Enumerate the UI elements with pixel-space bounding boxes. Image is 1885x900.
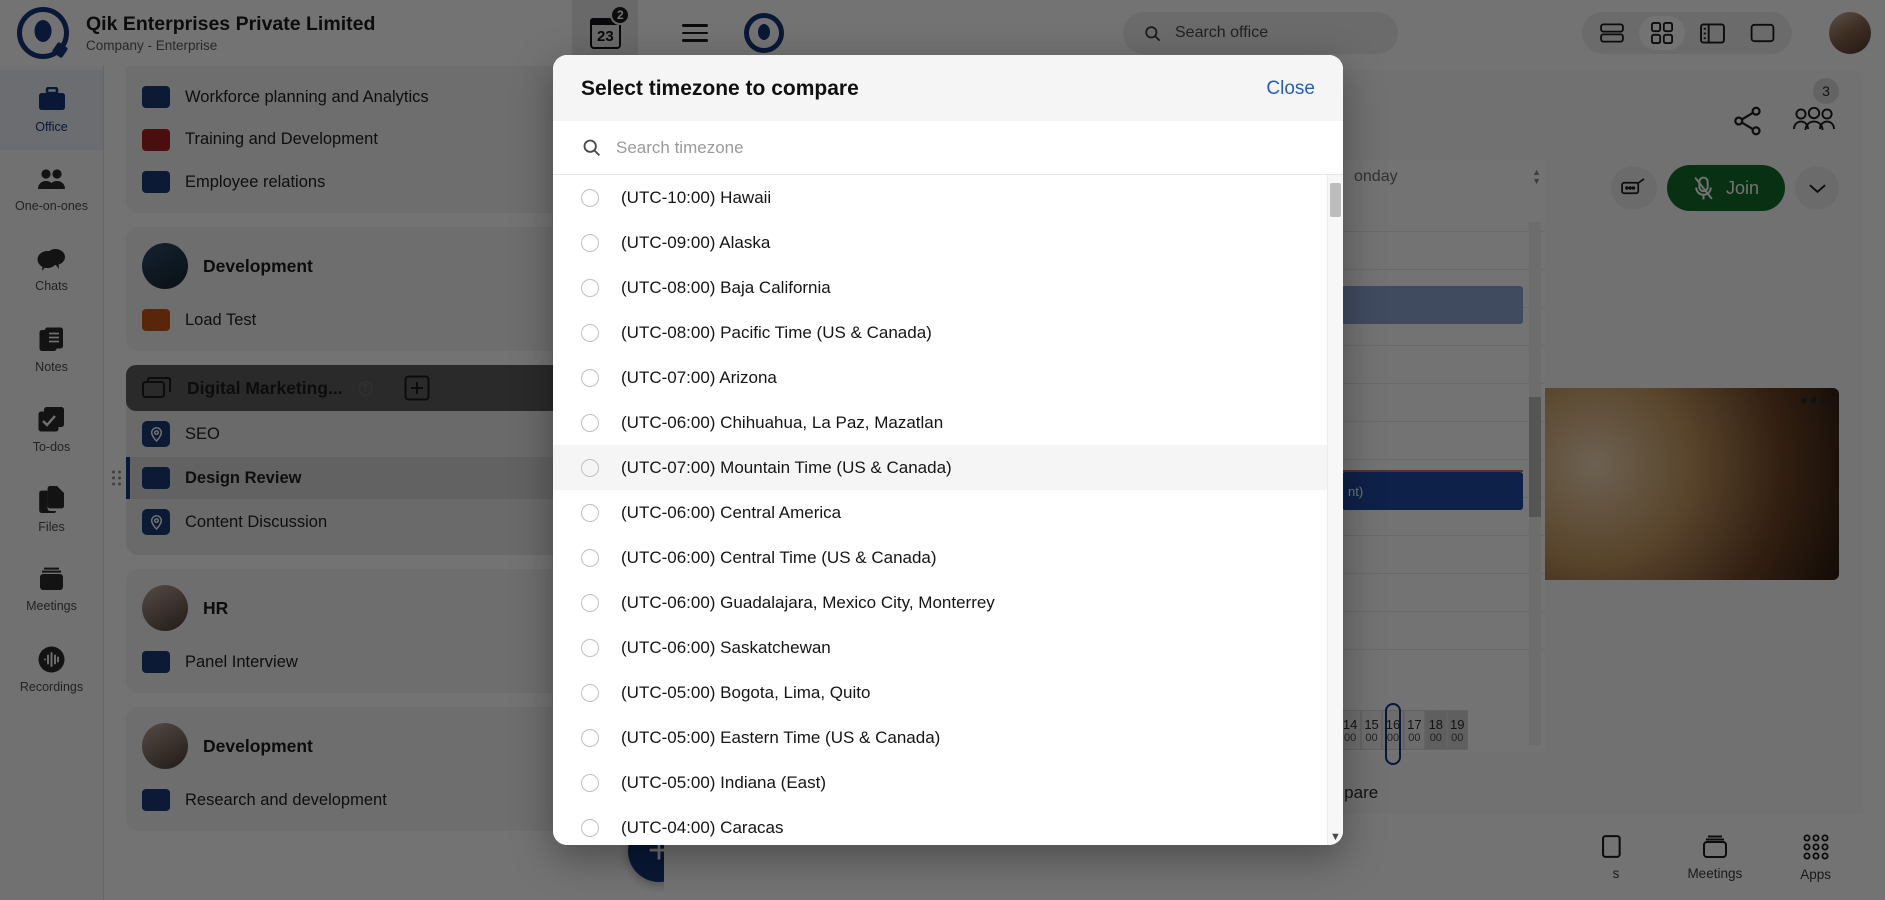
timezone-option[interactable]: (UTC-06:00) Central Time (US & Canada) xyxy=(553,535,1343,580)
timezone-option[interactable]: (UTC-09:00) Alaska xyxy=(553,220,1343,265)
timezone-option[interactable]: (UTC-06:00) Guadalajara, Mexico City, Mo… xyxy=(553,580,1343,625)
timezone-option[interactable]: (UTC-05:00) Indiana (East) xyxy=(553,760,1343,805)
radio-button[interactable] xyxy=(581,504,599,522)
radio-button[interactable] xyxy=(581,639,599,657)
radio-button[interactable] xyxy=(581,729,599,747)
timezone-option[interactable]: (UTC-06:00) Central America xyxy=(553,490,1343,535)
radio-button[interactable] xyxy=(581,279,599,297)
timezone-option[interactable]: (UTC-07:00) Arizona xyxy=(553,355,1343,400)
scroll-down-arrow-icon[interactable]: ▼ xyxy=(1328,832,1343,843)
timezone-select-dialog: Select timezone to compare Close Search … xyxy=(553,55,1343,845)
timezone-option[interactable]: (UTC-08:00) Baja California xyxy=(553,265,1343,310)
timezone-search-input[interactable]: Search timezone xyxy=(553,121,1343,175)
app-root: Qik Enterprises Private Limited Company … xyxy=(0,0,1885,900)
timezone-label: (UTC-06:00) Central Time (US & Canada) xyxy=(621,548,937,568)
dialog-header: Select timezone to compare Close xyxy=(553,55,1343,121)
timezone-label: (UTC-07:00) Arizona xyxy=(621,368,777,388)
timezone-label: (UTC-08:00) Baja California xyxy=(621,278,831,298)
radio-button[interactable] xyxy=(581,684,599,702)
radio-button[interactable] xyxy=(581,234,599,252)
dialog-title: Select timezone to compare xyxy=(581,77,859,101)
radio-button[interactable] xyxy=(581,324,599,342)
timezone-label: (UTC-07:00) Mountain Time (US & Canada) xyxy=(621,458,952,478)
timezone-option[interactable]: (UTC-05:00) Eastern Time (US & Canada) xyxy=(553,715,1343,760)
timezone-option[interactable]: (UTC-10:00) Hawaii xyxy=(553,175,1343,220)
search-icon xyxy=(581,137,602,158)
timezone-option[interactable]: (UTC-06:00) Chihuahua, La Paz, Mazatlan xyxy=(553,400,1343,445)
timezone-list-scrollbar[interactable]: ▼ xyxy=(1327,175,1343,845)
radio-button[interactable] xyxy=(581,549,599,567)
timezone-option[interactable]: (UTC-06:00) Saskatchewan xyxy=(553,625,1343,670)
radio-button[interactable] xyxy=(581,774,599,792)
timezone-label: (UTC-05:00) Eastern Time (US & Canada) xyxy=(621,728,940,748)
timezone-search-placeholder: Search timezone xyxy=(616,138,744,158)
timezone-list: (UTC-10:00) Hawaii (UTC-09:00) Alaska (U… xyxy=(553,175,1343,845)
timezone-label: (UTC-06:00) Chihuahua, La Paz, Mazatlan xyxy=(621,413,943,433)
timezone-label: (UTC-09:00) Alaska xyxy=(621,233,770,253)
timezone-label: (UTC-06:00) Saskatchewan xyxy=(621,638,831,658)
close-button[interactable]: Close xyxy=(1266,78,1315,100)
timezone-option-hovered[interactable]: (UTC-07:00) Mountain Time (US & Canada) xyxy=(553,445,1343,490)
scrollbar-thumb[interactable] xyxy=(1330,183,1341,217)
radio-button[interactable] xyxy=(581,369,599,387)
timezone-label: (UTC-05:00) Bogota, Lima, Quito xyxy=(621,683,870,703)
radio-button[interactable] xyxy=(581,594,599,612)
timezone-label: (UTC-04:00) Caracas xyxy=(621,818,784,838)
timezone-option[interactable]: (UTC-05:00) Bogota, Lima, Quito xyxy=(553,670,1343,715)
radio-button[interactable] xyxy=(581,819,599,837)
timezone-label: (UTC-05:00) Indiana (East) xyxy=(621,773,826,793)
timezone-label: (UTC-08:00) Pacific Time (US & Canada) xyxy=(621,323,932,343)
timezone-label: (UTC-10:00) Hawaii xyxy=(621,188,771,208)
timezone-label: (UTC-06:00) Guadalajara, Mexico City, Mo… xyxy=(621,593,995,613)
timezone-option[interactable]: (UTC-04:00) Caracas xyxy=(553,805,1343,845)
radio-button[interactable] xyxy=(581,189,599,207)
radio-button[interactable] xyxy=(581,414,599,432)
timezone-option[interactable]: (UTC-08:00) Pacific Time (US & Canada) xyxy=(553,310,1343,355)
timezone-label: (UTC-06:00) Central America xyxy=(621,503,841,523)
radio-button[interactable] xyxy=(581,459,599,477)
